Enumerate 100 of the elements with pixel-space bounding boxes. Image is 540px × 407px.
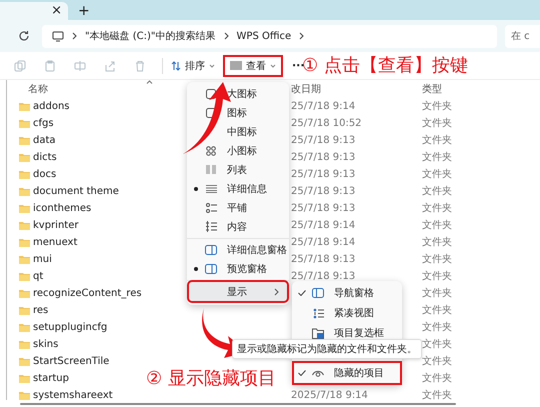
address-field[interactable]: "本地磁盘 (C:)"中的搜索结果 WPS Office: [42, 24, 497, 48]
type-cell-text: 文件夹: [422, 116, 452, 130]
date-cell: 25/7/18 9:13: [291, 152, 356, 162]
pane-icon: [205, 244, 217, 254]
date-cell: 25/7/18 9:13: [291, 168, 356, 180]
checkmark-icon: [298, 370, 306, 376]
folder-icon: [19, 322, 30, 332]
file-name[interactable]: recognizeContent_res: [33, 288, 142, 298]
eye-icon: [312, 369, 324, 377]
list-view-icon: [206, 165, 216, 174]
type-cell-text: 文件夹: [422, 134, 452, 147]
type-cell-text: 文件夹: [422, 202, 452, 215]
folder-icon: [19, 170, 30, 178]
menu-item[interactable]: 小图标: [189, 141, 287, 160]
type-cell-text: 文件夹: [422, 270, 452, 283]
folder-icon: [19, 204, 30, 212]
folder-icon: [19, 102, 30, 110]
column-header[interactable]: 名称: [28, 82, 48, 96]
view-button[interactable]: 查看: [223, 54, 283, 76]
new-tab-button[interactable]: +: [78, 2, 90, 20]
submenu-item[interactable]: 显示: [189, 282, 287, 301]
file-name[interactable]: kvprinter: [33, 220, 78, 230]
folder-icon: [19, 152, 30, 162]
column-header[interactable]: 类型: [422, 82, 442, 96]
menu-item[interactable]: 导航窗格: [294, 283, 400, 303]
folder-icon: [19, 374, 30, 382]
file-name[interactable]: dicts: [33, 152, 57, 162]
type-cell-text: 文件夹: [422, 252, 452, 266]
folder-icon: [19, 136, 30, 144]
file-name[interactable]: addons: [33, 100, 70, 112]
date-cell: 25/7/18 9:14: [291, 100, 356, 112]
file-name[interactable]: docs: [33, 168, 56, 180]
type-cell-text: 文件夹: [422, 218, 452, 232]
checkmark-icon: [298, 290, 306, 296]
pane-icon: [205, 264, 217, 274]
file-name[interactable]: systemshareext: [33, 390, 113, 400]
breadcrumb-segment[interactable]: "本地磁盘 (C:)"中的搜索结果: [85, 29, 216, 43]
type-cell-text: 文件夹: [422, 304, 452, 317]
refresh-icon[interactable]: [18, 30, 30, 42]
file-name[interactable]: skins: [33, 338, 58, 350]
file-name[interactable]: StartScreenTile: [33, 356, 110, 366]
date-cell: 25/7/18 9:13: [291, 186, 356, 196]
annotation-text: ② 显示隐藏项目: [146, 367, 276, 390]
folder-icon: [19, 118, 30, 128]
menu-item[interactable]: 中图标: [189, 122, 287, 141]
folder-icon: [19, 272, 30, 280]
file-name[interactable]: data: [33, 134, 56, 146]
horizontal-scrollbar[interactable]: [20, 403, 456, 405]
type-cell-text: 文件夹: [422, 372, 452, 385]
sort-button[interactable]: 排序: [171, 58, 215, 72]
grid-icon: [206, 146, 216, 156]
breadcrumb-segment[interactable]: WPS Office: [236, 30, 292, 42]
date-cell: 25/7/18 9:13: [291, 134, 356, 146]
date-cell: 25/7/18 9:14: [291, 236, 356, 248]
type-cell-text: 文件夹: [422, 354, 452, 368]
search-field[interactable]: 在 c: [505, 24, 540, 48]
tooltip: 显示或隐藏标记为隐藏的文件和文件夹。: [232, 339, 422, 359]
close-tab-button[interactable]: ×: [51, 3, 62, 19]
menu-item[interactable]: 详细信息窗格: [189, 240, 287, 259]
menu-item[interactable]: 详细信息: [189, 179, 287, 198]
file-name[interactable]: mui: [33, 254, 52, 264]
date-cell: 25/7/18 9:13: [291, 202, 356, 214]
file-name[interactable]: document theme: [33, 186, 119, 196]
pane-icon: [312, 288, 324, 298]
file-name[interactable]: setupplugincfg: [33, 322, 108, 332]
date-cell: 25/7/18 9:14: [291, 220, 356, 230]
file-name[interactable]: qt: [33, 270, 44, 282]
tiles-icon: [206, 202, 216, 212]
folder-icon: [19, 306, 30, 314]
folder-checkbox-icon: [312, 328, 324, 338]
monitor-icon: [52, 30, 64, 42]
date-cell: 25/7/18 9:13: [291, 254, 356, 264]
type-cell-text: 文件夹: [422, 184, 452, 198]
menu-item[interactable]: 紧凑视图: [294, 303, 400, 323]
date-cell: 25/7/18 9:13: [291, 270, 356, 282]
folder-icon: [19, 238, 30, 246]
file-name[interactable]: startup: [33, 372, 69, 384]
sort-arrows-icon: [171, 60, 181, 70]
folder-icon: [19, 390, 30, 400]
browser-tab[interactable]: ×: [0, 2, 68, 20]
menu-item[interactable]: 预览窗格: [189, 259, 287, 278]
type-cell-text: 文件夹: [422, 338, 452, 351]
view-icon: [230, 61, 242, 70]
type-cell-text: 文件夹: [422, 388, 452, 402]
folder-icon: [19, 186, 30, 196]
file-name[interactable]: cfgs: [33, 118, 54, 128]
type-cell-text: 文件夹: [422, 236, 452, 249]
details-icon: [206, 184, 216, 192]
menu-item[interactable]: 隐藏的项目: [294, 363, 400, 383]
file-name[interactable]: iconthemes: [33, 202, 92, 214]
more-button[interactable]: ···: [292, 59, 305, 72]
menu-item[interactable]: 平铺: [189, 198, 287, 217]
file-name[interactable]: res: [33, 304, 48, 316]
column-header[interactable]: 改日期: [291, 82, 321, 96]
menu-item[interactable]: 列表: [189, 160, 287, 179]
folder-icon: [19, 356, 30, 366]
folder-icon: [19, 288, 30, 298]
file-name[interactable]: menuext: [33, 236, 78, 248]
menu-item[interactable]: 内容: [189, 217, 287, 236]
chevron-icon: [72, 32, 77, 40]
